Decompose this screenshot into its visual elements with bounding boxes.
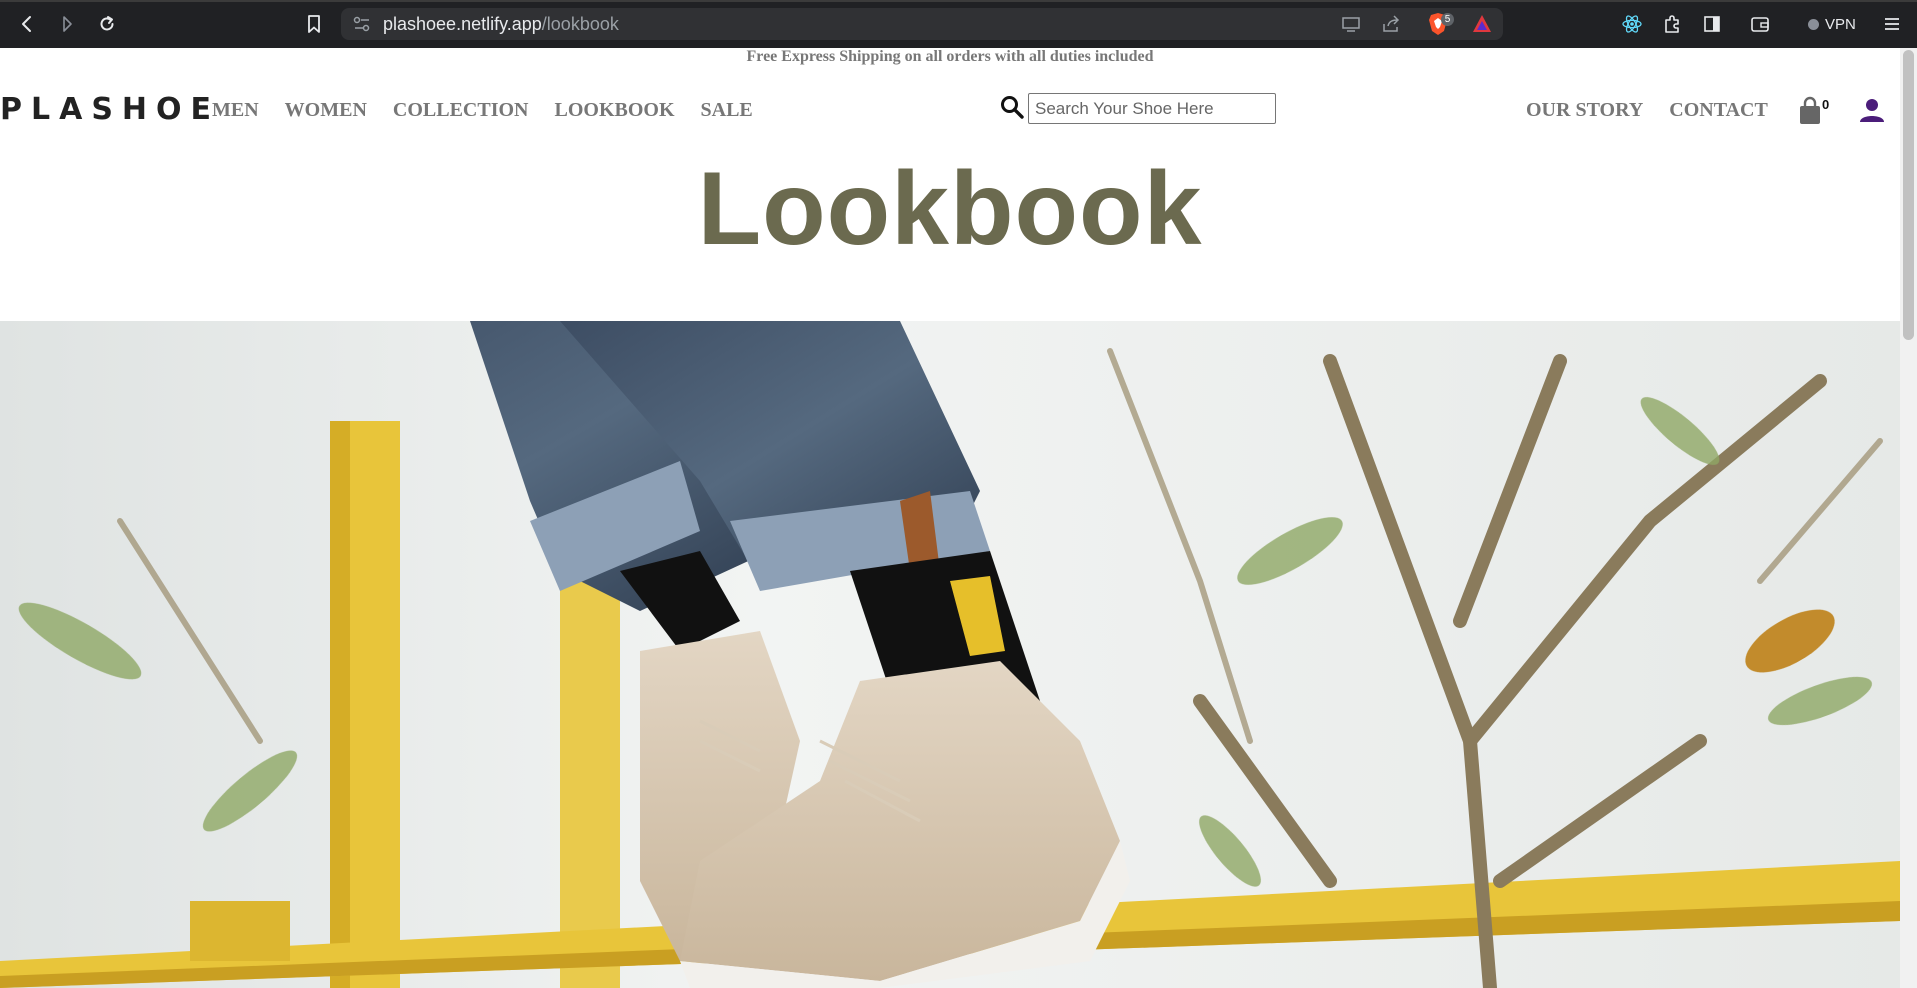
page-scrollbar[interactable] bbox=[1900, 48, 1917, 988]
tab-strip-edge bbox=[0, 0, 1917, 2]
address-bar[interactable]: plashoee.netlify.app/lookbook bbox=[341, 8, 1503, 40]
nav-collection[interactable]: COLLECTION bbox=[393, 99, 529, 122]
react-devtools-icon[interactable] bbox=[1620, 12, 1644, 36]
wallet-icon[interactable] bbox=[1748, 12, 1772, 36]
menu-icon[interactable] bbox=[1880, 12, 1904, 36]
back-icon[interactable] bbox=[15, 12, 39, 36]
cart-count-badge: 0 bbox=[1822, 97, 1830, 112]
url-host: plashoee.netlify.app bbox=[383, 14, 542, 34]
vpn-button[interactable]: VPN bbox=[1808, 12, 1856, 36]
lookbook-hero-image bbox=[0, 321, 1900, 988]
nav-lookbook[interactable]: LOOKBOOK bbox=[554, 99, 674, 122]
vpn-label: VPN bbox=[1825, 15, 1856, 33]
share-icon[interactable] bbox=[1381, 15, 1401, 38]
site-logo[interactable]: PLASHOE bbox=[0, 92, 220, 127]
search-icon[interactable] bbox=[1000, 95, 1024, 119]
main-nav: MEN WOMEN COLLECTION LOOKBOOK SALE bbox=[212, 99, 779, 122]
nav-sale[interactable]: SALE bbox=[701, 99, 753, 122]
page-title: Lookbook bbox=[697, 151, 1203, 267]
scrollbar-thumb[interactable] bbox=[1903, 50, 1914, 340]
bookmark-icon[interactable] bbox=[302, 12, 326, 36]
extensions-icon[interactable] bbox=[1660, 12, 1684, 36]
url-text[interactable]: plashoee.netlify.app/lookbook bbox=[383, 14, 619, 35]
reload-icon[interactable] bbox=[95, 12, 119, 36]
nav-women[interactable]: WOMEN bbox=[285, 99, 367, 122]
cast-icon[interactable] bbox=[1341, 16, 1361, 37]
shields-count-badge: 5 bbox=[1441, 13, 1454, 26]
nav-contact[interactable]: CONTACT bbox=[1669, 99, 1768, 122]
nav-men[interactable]: MEN bbox=[212, 99, 259, 122]
brave-rewards-icon[interactable] bbox=[1470, 12, 1494, 36]
shipping-banner: Free Express Shipping on all orders with… bbox=[746, 48, 1154, 65]
hero-illustration bbox=[0, 321, 1900, 988]
browser-toolbar: plashoee.netlify.app/lookbook 5 VPN bbox=[0, 0, 1917, 48]
url-path: /lookbook bbox=[541, 14, 619, 34]
secondary-nav: OUR STORY CONTACT bbox=[1500, 99, 1768, 122]
site-settings-icon[interactable] bbox=[353, 16, 371, 37]
search-input[interactable] bbox=[1028, 93, 1276, 124]
user-account-icon[interactable] bbox=[1859, 97, 1885, 123]
forward-icon[interactable] bbox=[55, 12, 79, 36]
nav-our-story[interactable]: OUR STORY bbox=[1526, 99, 1643, 122]
vpn-status-dot bbox=[1808, 18, 1819, 30]
sidebar-toggle-icon[interactable] bbox=[1700, 12, 1724, 36]
shopping-bag-icon[interactable] bbox=[1797, 96, 1823, 126]
